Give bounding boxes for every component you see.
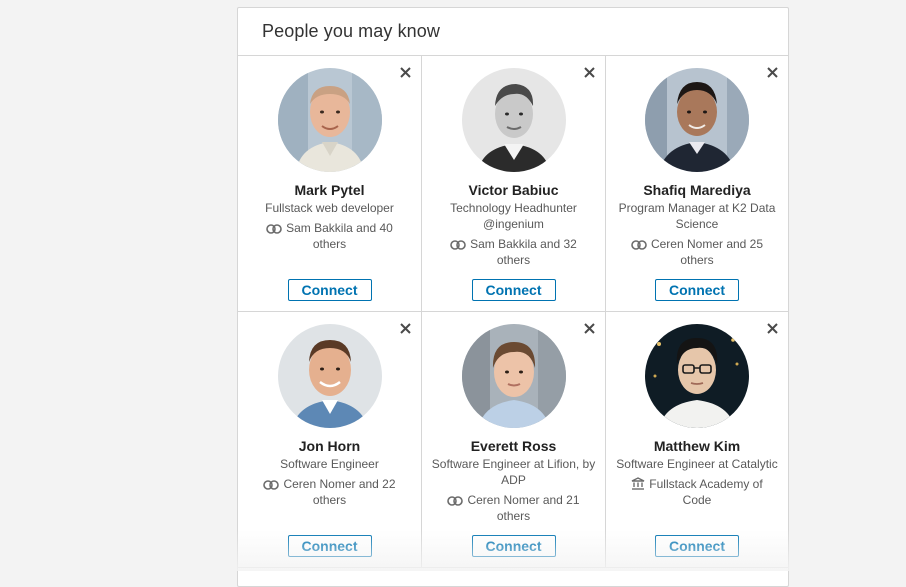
people-you-may-know-panel: People you may know Mark Pytel Fullstack… (237, 7, 789, 587)
connect-button[interactable]: Connect (471, 279, 556, 301)
person-headline: Software Engineer at Lifion, by ADP (431, 457, 596, 487)
connect-button[interactable]: Connect (655, 279, 739, 301)
person-card: Jon Horn Software Engineer Ceren Nomer a… (238, 312, 422, 568)
close-icon (766, 322, 778, 334)
connections-icon (447, 496, 464, 506)
avatar[interactable] (277, 68, 382, 172)
connections-icon (263, 480, 280, 490)
person-card: Shafiq Marediya Program Manager at K2 Da… (606, 56, 788, 312)
school-icon (631, 477, 645, 490)
person-name[interactable]: Victor Babiuc (422, 182, 605, 198)
mutual-connections[interactable]: Ceren Nomer and 21 others (439, 492, 589, 524)
connections-icon (631, 240, 647, 250)
dismiss-button[interactable] (764, 64, 780, 80)
person-name[interactable]: Mark Pytel (238, 182, 421, 198)
person-card: Mark Pytel Fullstack web developer Sam B… (238, 56, 422, 312)
close-icon (583, 322, 595, 334)
person-headline: Software Engineer (280, 457, 379, 471)
dismiss-button[interactable] (581, 320, 597, 336)
person-name[interactable]: Matthew Kim (606, 438, 788, 454)
person-card: Everett Ross Software Engineer at Lifion… (422, 312, 606, 568)
mutual-connections[interactable]: Ceren Nomer and 22 others (255, 476, 405, 508)
connections-icon (450, 240, 466, 250)
connect-button[interactable]: Connect (471, 535, 556, 557)
mutual-connections-text: Sam Bakkila and 40 others (286, 221, 393, 251)
mutual-connections[interactable]: Sam Bakkila and 40 others (255, 220, 405, 252)
close-icon (766, 66, 778, 78)
person-headline: Fullstack web developer (265, 201, 394, 215)
close-icon (399, 66, 411, 78)
person-name[interactable]: Jon Horn (238, 438, 421, 454)
dismiss-button[interactable] (397, 64, 413, 80)
person-headline: Program Manager at K2 Data Science (618, 201, 776, 231)
people-grid: Mark Pytel Fullstack web developer Sam B… (238, 56, 788, 568)
connect-button[interactable]: Connect (287, 279, 372, 301)
avatar[interactable] (645, 324, 749, 428)
avatar[interactable] (277, 324, 382, 428)
connect-button[interactable]: Connect (287, 535, 372, 557)
close-icon (583, 66, 595, 78)
dismiss-button[interactable] (397, 320, 413, 336)
mutual-connections[interactable]: Sam Bakkila and 32 others (439, 236, 589, 268)
mutual-connections-text: Ceren Nomer and 21 others (467, 493, 580, 523)
mutual-connections-text: Ceren Nomer and 25 others (650, 237, 764, 267)
person-name[interactable]: Shafiq Marediya (606, 182, 788, 198)
avatar[interactable] (461, 324, 566, 428)
dismiss-button[interactable] (581, 64, 597, 80)
close-icon (399, 322, 411, 334)
person-card: Victor Babiuc Technology Headhunter @ing… (422, 56, 606, 312)
avatar[interactable] (461, 68, 566, 172)
avatar[interactable] (645, 68, 749, 172)
panel-header: People you may know (238, 8, 788, 56)
dismiss-button[interactable] (764, 320, 780, 336)
panel-title: People you may know (262, 21, 440, 41)
person-headline: Software Engineer at Catalytic (616, 457, 778, 471)
person-card: Matthew Kim Software Engineer at Catalyt… (606, 312, 788, 568)
mutual-connections-text: Ceren Nomer and 22 others (283, 477, 396, 507)
connect-button[interactable]: Connect (655, 535, 739, 557)
person-headline: Technology Headhunter @ingenium (450, 201, 577, 231)
shared-school-text: Fullstack Academy of Code (649, 477, 763, 507)
connections-icon (266, 224, 282, 234)
person-name[interactable]: Everett Ross (422, 438, 605, 454)
shared-school[interactable]: Fullstack Academy of Code (622, 476, 772, 508)
mutual-connections[interactable]: Ceren Nomer and 25 others (622, 236, 772, 268)
mutual-connections-text: Sam Bakkila and 32 others (470, 237, 577, 267)
